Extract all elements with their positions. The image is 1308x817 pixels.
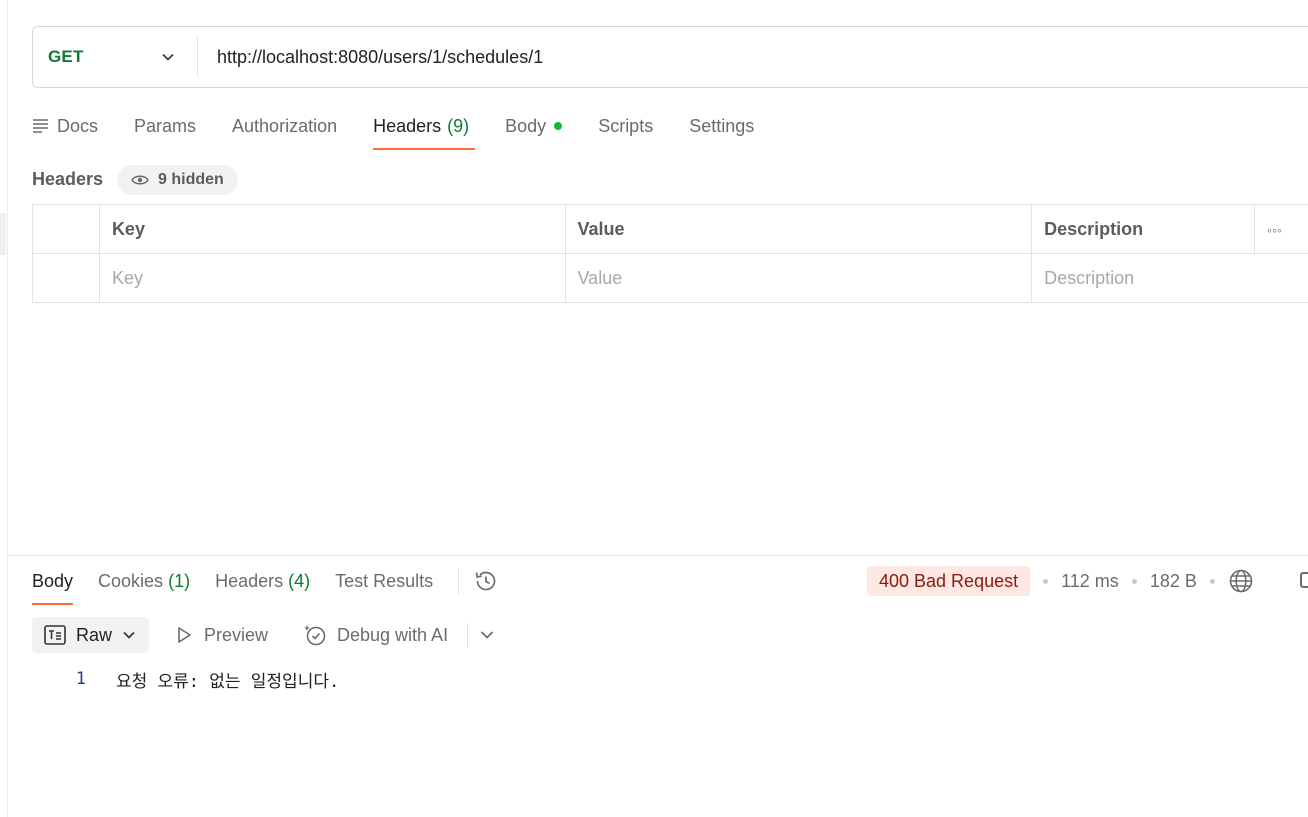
tab-response-body[interactable]: Body <box>32 566 74 605</box>
tab-test-results-label: Test Results <box>335 571 434 591</box>
line-number: 1 <box>75 669 86 689</box>
meta-separator <box>1131 578 1137 584</box>
method-select[interactable]: GET <box>33 36 198 78</box>
request-url-bar: GET http://localhost:8080/users/1/schedu… <box>32 26 1308 88</box>
tab-response-headers-count: (4) <box>288 571 311 591</box>
hidden-headers-label: 9 hidden <box>158 171 224 188</box>
globe-icon[interactable] <box>1228 568 1254 594</box>
row-checkbox-cell <box>32 253 100 303</box>
meta-separator <box>1043 578 1049 584</box>
tab-test-results[interactable]: Test Results <box>335 566 433 605</box>
method-label: GET <box>48 47 84 66</box>
debug-with-ai-button[interactable]: Debug with AI <box>303 617 448 653</box>
tab-params-label: Params <box>134 116 197 136</box>
response-pane-divider[interactable] <box>8 555 1308 556</box>
tab-headers[interactable]: Headers (9) <box>373 108 476 150</box>
panel-resize-handle[interactable] <box>0 213 6 255</box>
tab-cookies-label: Cookies <box>98 571 164 591</box>
debug-label: Debug with AI <box>337 624 449 645</box>
description-column-header: Description <box>1031 204 1255 254</box>
eye-icon <box>131 175 149 185</box>
response-size[interactable]: 182 B <box>1150 571 1197 592</box>
hidden-headers-toggle[interactable]: 9 hidden <box>117 165 238 195</box>
chevron-down-icon[interactable] <box>479 627 495 643</box>
history-icon[interactable] <box>473 568 499 594</box>
tab-cookies-count: (1) <box>168 571 191 591</box>
tab-authorization[interactable]: Authorization <box>232 108 337 150</box>
meta-separator <box>1209 578 1215 584</box>
tab-scripts[interactable]: Scripts <box>598 108 653 150</box>
format-label: Raw <box>76 624 113 645</box>
more-options-icon: ◦◦◦ <box>1267 221 1282 238</box>
tab-response-body-label: Body <box>32 571 74 591</box>
key-column-header: Key <box>98 204 566 254</box>
tab-response-headers[interactable]: Headers (4) <box>215 566 310 605</box>
url-input[interactable]: http://localhost:8080/users/1/schedules/… <box>198 47 543 68</box>
tab-authorization-label: Authorization <box>232 116 338 136</box>
headers-section-title: Headers <box>32 169 104 189</box>
response-tabs: Body Cookies (1) Headers (4) Test Result… <box>32 566 499 606</box>
tab-body-label: Body <box>505 116 547 136</box>
tab-docs-label: Docs <box>57 116 99 136</box>
request-tabs: Docs Params Authorization Headers (9) Bo… <box>32 108 790 152</box>
tab-separator <box>458 568 460 594</box>
response-time[interactable]: 112 ms <box>1061 571 1119 592</box>
line-text[interactable]: 요청 오류: 없는 일정입니다. <box>116 667 339 692</box>
table-header-row: Key Value Description ◦◦◦ <box>32 204 1308 254</box>
tab-params[interactable]: Params <box>134 108 196 150</box>
play-icon <box>178 627 191 643</box>
value-column-header: Value <box>564 204 1033 254</box>
tab-settings[interactable]: Settings <box>689 108 754 150</box>
left-panel-edge <box>0 0 8 817</box>
ai-sparkle-icon <box>304 625 326 646</box>
preview-button[interactable]: Preview <box>174 617 268 653</box>
docs-icon <box>33 119 48 133</box>
body-modified-dot <box>554 122 563 130</box>
status-badge[interactable]: 400 Bad Request <box>867 566 1031 596</box>
checkbox-column-header <box>32 204 100 254</box>
tab-docs[interactable]: Docs <box>32 108 98 150</box>
tab-cookies[interactable]: Cookies (1) <box>98 566 190 605</box>
tab-settings-label: Settings <box>689 116 755 136</box>
chevron-down-icon <box>162 53 174 61</box>
code-line: 1 요청 오류: 없는 일정입니다. <box>32 664 339 694</box>
save-response-icon[interactable] <box>1300 572 1308 588</box>
key-input[interactable]: Key <box>98 253 566 303</box>
table-row: Key Value Description <box>32 253 1308 303</box>
value-input[interactable]: Value <box>564 253 1033 303</box>
tab-body[interactable]: Body <box>505 108 563 150</box>
tab-headers-count: (9) <box>447 116 470 136</box>
response-meta: 400 Bad Request 112 ms 182 B <box>867 566 1254 596</box>
format-select[interactable]: Raw <box>32 617 149 653</box>
description-input[interactable]: Description <box>1031 253 1308 303</box>
tab-headers-label: Headers <box>373 116 442 136</box>
tab-scripts-label: Scripts <box>598 116 654 136</box>
headers-table: Key Value Description ◦◦◦ Key Value Desc… <box>32 204 1308 303</box>
preview-label: Preview <box>204 624 269 645</box>
toolbar-separator <box>467 623 468 647</box>
chevron-down-icon <box>123 631 135 639</box>
tab-response-headers-label: Headers <box>215 571 284 591</box>
raw-text-icon <box>44 625 66 645</box>
column-options-button[interactable]: ◦◦◦ <box>1254 204 1308 254</box>
